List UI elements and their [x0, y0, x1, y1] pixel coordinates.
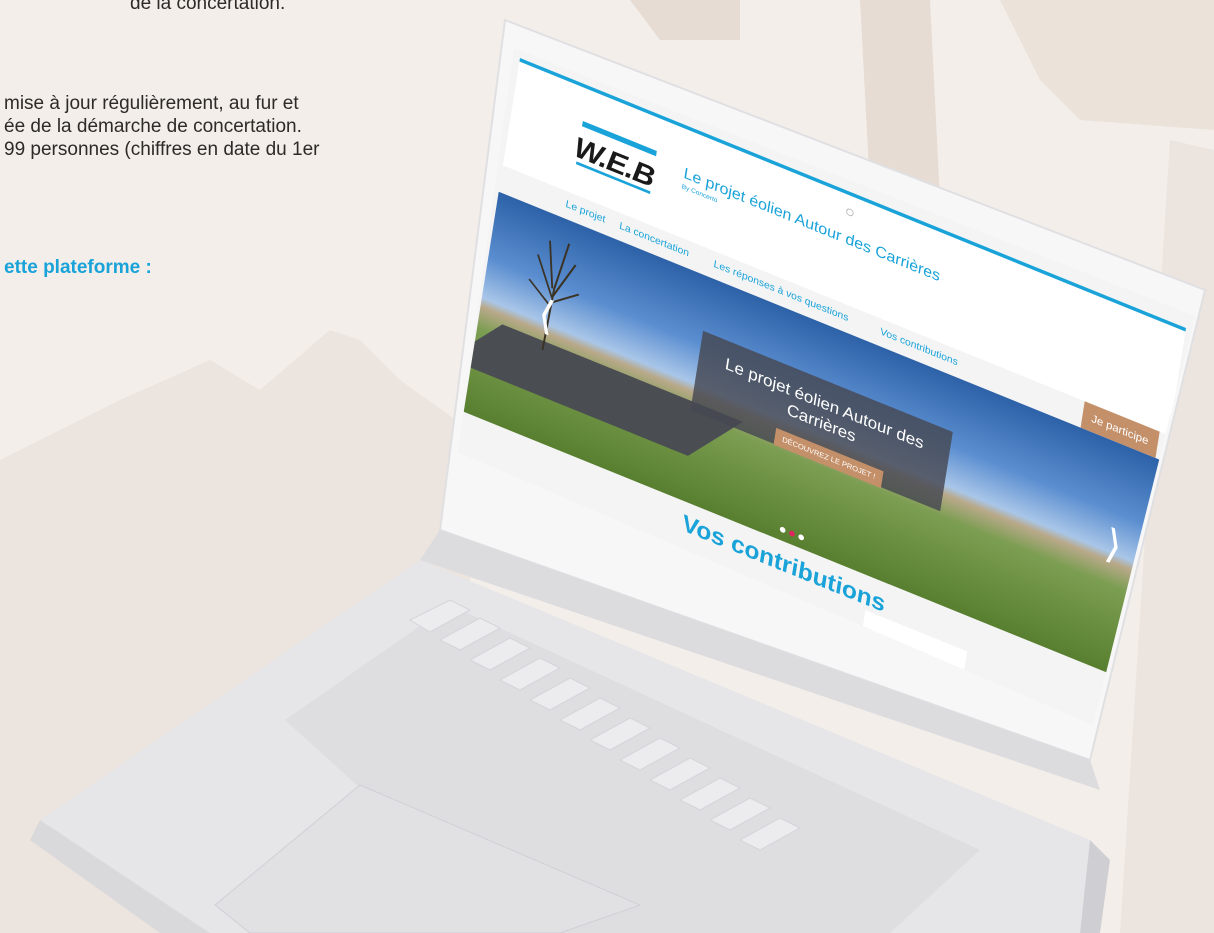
chevron-right-icon[interactable]: ⟩	[1102, 521, 1125, 571]
web-logo[interactable]: W.E.B	[572, 119, 661, 198]
slider-dots	[779, 520, 809, 547]
slide-dot[interactable]	[779, 526, 786, 534]
webcam-icon	[845, 207, 855, 218]
slide-dot-active[interactable]	[788, 529, 796, 538]
slide-dot[interactable]	[797, 533, 805, 542]
tree-image	[528, 240, 580, 351]
